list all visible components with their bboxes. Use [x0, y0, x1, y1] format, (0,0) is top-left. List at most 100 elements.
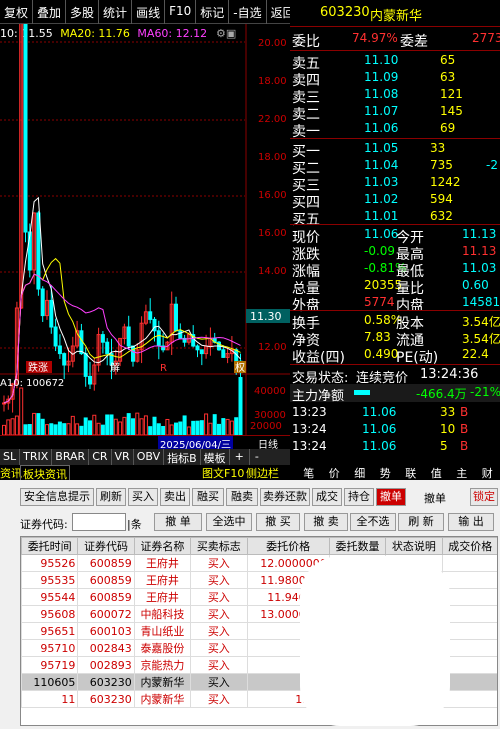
order-cell-name: 中船科技 — [133, 605, 192, 623]
column-header[interactable]: 成交价格 — [441, 537, 497, 555]
refresh-button[interactable]: 刷 新 — [398, 513, 444, 531]
date-axis: 2025/06/04/三 日线 — [0, 435, 290, 451]
tab-minus[interactable]: - — [250, 449, 264, 465]
candle-body — [221, 349, 226, 358]
stat-value-2: 0.60 — [462, 278, 489, 292]
volume-bar — [126, 413, 131, 435]
cancel-buys-button[interactable]: 撤 买 — [256, 513, 300, 531]
code-input[interactable] — [72, 513, 126, 531]
stat-row: 涨幅 -0.81% 最低 11.03 — [290, 260, 500, 280]
marker-unlock[interactable]: 解 — [110, 361, 120, 374]
volume-bar — [100, 424, 105, 435]
qtab-1[interactable]: 价 — [329, 465, 340, 481]
volume-bar — [156, 423, 161, 435]
cancel-order-tab[interactable]: 撤单 — [376, 488, 406, 506]
stat-row: 涨跌 -0.09 最高 11.13 — [290, 243, 500, 263]
orders-header: 委托时间 证券代码 证券名称 买卖标志 委托价格 委托数量 状态说明 成交价格 — [21, 537, 497, 555]
column-header[interactable]: 委托价格 — [246, 537, 330, 555]
sell-button[interactable]: 卖出 — [160, 488, 190, 506]
security-tip-button[interactable]: 安全信息提示 — [20, 488, 94, 506]
order-cell-time: 95544 — [21, 588, 79, 606]
volume-bar — [32, 412, 37, 435]
qtab-6[interactable]: 主 — [456, 465, 467, 481]
column-header[interactable]: 证券名称 — [133, 537, 192, 555]
qtab-0[interactable]: 笔 — [303, 465, 314, 481]
candle-body — [131, 345, 135, 362]
margin-buy-button[interactable]: 融买 — [192, 488, 224, 506]
marker-quan[interactable]: 权 — [235, 361, 245, 374]
bid-price: 11.04 — [364, 158, 399, 172]
toolbar-f10[interactable]: F10 — [165, 0, 197, 24]
qtab-4[interactable]: 联 — [405, 465, 416, 481]
vol-tick-20000: 20000 — [250, 421, 282, 432]
weibi-label: 委比 — [292, 34, 320, 50]
volume-bar — [212, 414, 217, 435]
cancel-sells-button[interactable]: 撤 卖 — [304, 513, 348, 531]
select-all-button[interactable]: 全选中 — [206, 513, 252, 531]
margin-sell-button[interactable]: 融卖 — [226, 488, 258, 506]
order-cell-side: 买入 — [190, 554, 248, 572]
volume-bar — [105, 414, 110, 435]
volume-bar — [2, 424, 6, 435]
tab-sl[interactable]: SL — [0, 449, 21, 465]
tab-trix[interactable]: TRIX — [20, 449, 53, 465]
volume-bar — [45, 424, 49, 435]
volume-bar — [191, 420, 196, 435]
qtab-5[interactable]: 值 — [431, 465, 442, 481]
refresh-top-button[interactable]: 刷新 — [96, 488, 126, 506]
qtab-7[interactable]: 财 — [482, 465, 493, 481]
toolbar-multi[interactable]: 多股 — [66, 0, 100, 24]
ask-row: 卖二 11.07 145 — [290, 103, 500, 123]
column-header[interactable]: 买卖标志 — [190, 537, 248, 555]
sell-repay-button[interactable]: 卖券还款 — [260, 488, 310, 506]
positions-button[interactable]: 持仓 — [344, 488, 374, 506]
weicha-label: 委差 — [400, 34, 428, 50]
export-button[interactable]: 输 出 — [448, 513, 494, 531]
tab-indicator-b[interactable]: 指标B — [164, 449, 201, 465]
tab-vr[interactable]: VR — [112, 449, 134, 465]
order-cell-time: 11 — [21, 690, 79, 708]
ask-row: 卖三 11.08 121 — [290, 86, 500, 106]
lock-button[interactable]: 锁定 — [470, 488, 498, 506]
toolbar-fuquan[interactable]: 复权 — [0, 0, 34, 24]
tab-obv[interactable]: OBV — [134, 449, 165, 465]
tab-cr[interactable]: CR — [89, 449, 112, 465]
toolbar-draw[interactable]: 画线 — [132, 0, 166, 24]
volume-bar — [36, 413, 41, 435]
candle-body — [62, 353, 67, 366]
tab-template[interactable]: 模板 — [201, 449, 230, 465]
marker-dieZhang[interactable]: 跌涨 — [28, 361, 48, 374]
volume-bar — [109, 414, 114, 435]
tab-sidebar[interactable]: 侧边栏 — [246, 465, 279, 481]
tab-brar[interactable]: BRAR — [52, 449, 90, 465]
column-header[interactable]: 委托时间 — [21, 537, 79, 555]
deselect-all-button[interactable]: 全不选 — [350, 513, 396, 531]
column-header[interactable]: 证券代码 — [77, 537, 135, 555]
column-header[interactable]: 状态说明 — [385, 537, 443, 555]
volume-bar — [10, 418, 15, 435]
tab-plus[interactable]: + — [230, 449, 250, 465]
volume-bar — [131, 418, 135, 435]
qtab-2[interactable]: 细 — [354, 465, 365, 481]
tick-time: 13:24 — [292, 439, 327, 453]
marker-r[interactable]: R — [160, 363, 167, 374]
tab-info[interactable]: 资讯 — [0, 465, 22, 481]
qtab-3[interactable]: 势 — [380, 465, 391, 481]
toolbar-stats[interactable]: 统计 — [99, 0, 133, 24]
volume-bar — [174, 422, 178, 435]
column-header[interactable]: 委托数量 — [328, 537, 387, 555]
bid-change: -2 — [486, 158, 498, 172]
deals-button[interactable]: 成交 — [312, 488, 342, 506]
buy-button[interactable]: 买入 — [128, 488, 158, 506]
order-cell-side: 买入 — [190, 690, 248, 708]
tab-f10[interactable]: 图文F10 — [202, 465, 244, 481]
volume-bar — [40, 418, 45, 435]
order-cell-time: 95526 — [21, 554, 79, 572]
quote-bottom-tabs: 笔 价 细 势 联 值 主 财 — [296, 465, 500, 481]
toolbar-mark[interactable]: 标记 — [196, 0, 230, 24]
cancel-action-button[interactable]: 撤 单 — [154, 513, 202, 531]
toolbar-overlay[interactable]: 叠加 — [33, 0, 67, 24]
toolbar-watchlist[interactable]: -自选 — [229, 0, 267, 24]
volume-bar — [161, 425, 166, 435]
kline-chart[interactable]: 20.00 18.00 22.00 18.00 16.00 16.00 14.0… — [0, 24, 290, 435]
